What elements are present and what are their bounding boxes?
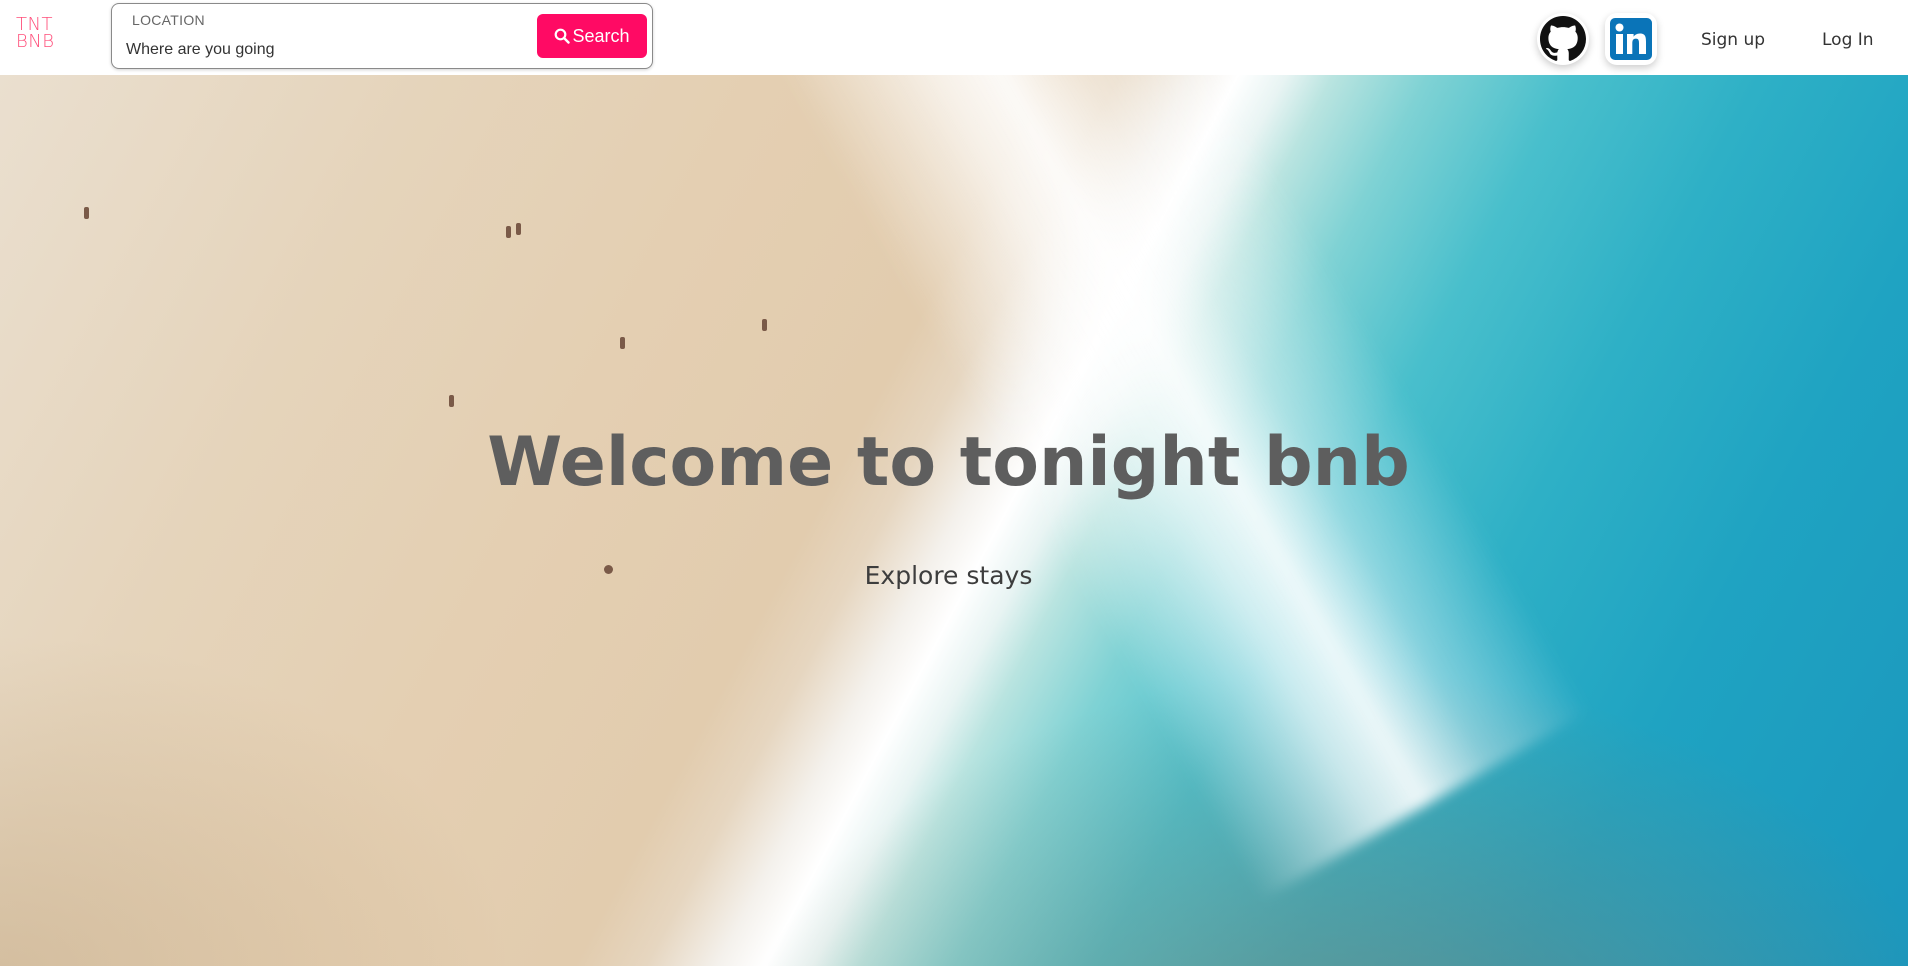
beach-person (516, 223, 521, 235)
beach-person (449, 395, 454, 407)
linkedin-icon (1610, 18, 1652, 60)
beach-person (620, 337, 625, 349)
hero-banner: Welcome to tonight bnb Explore stays (0, 75, 1908, 966)
logo-line-2: BNB (16, 31, 55, 52)
search-button-label: Search (572, 25, 630, 46)
location-input[interactable] (126, 37, 396, 63)
github-link[interactable] (1537, 13, 1589, 65)
linkedin-link[interactable] (1605, 13, 1657, 65)
brand-logo[interactable]: TNT BNB (16, 16, 56, 52)
beach-person (762, 319, 767, 331)
beach-person (84, 207, 89, 219)
top-navbar: TNT BNB LOCATION Search Sign up Log In (0, 0, 1908, 75)
beach-person (506, 226, 511, 238)
hero-title: Welcome to tonight bnb (487, 423, 1410, 502)
github-icon (1540, 16, 1586, 61)
location-label: LOCATION (132, 12, 205, 28)
signup-link[interactable]: Sign up (1701, 30, 1765, 50)
login-link[interactable]: Log In (1822, 30, 1874, 50)
search-icon (555, 28, 571, 44)
hero-subtitle: Explore stays (864, 561, 1033, 590)
location-search-box: LOCATION Search (111, 3, 653, 69)
sand-shadow (0, 575, 600, 966)
search-button[interactable]: Search (537, 14, 647, 58)
